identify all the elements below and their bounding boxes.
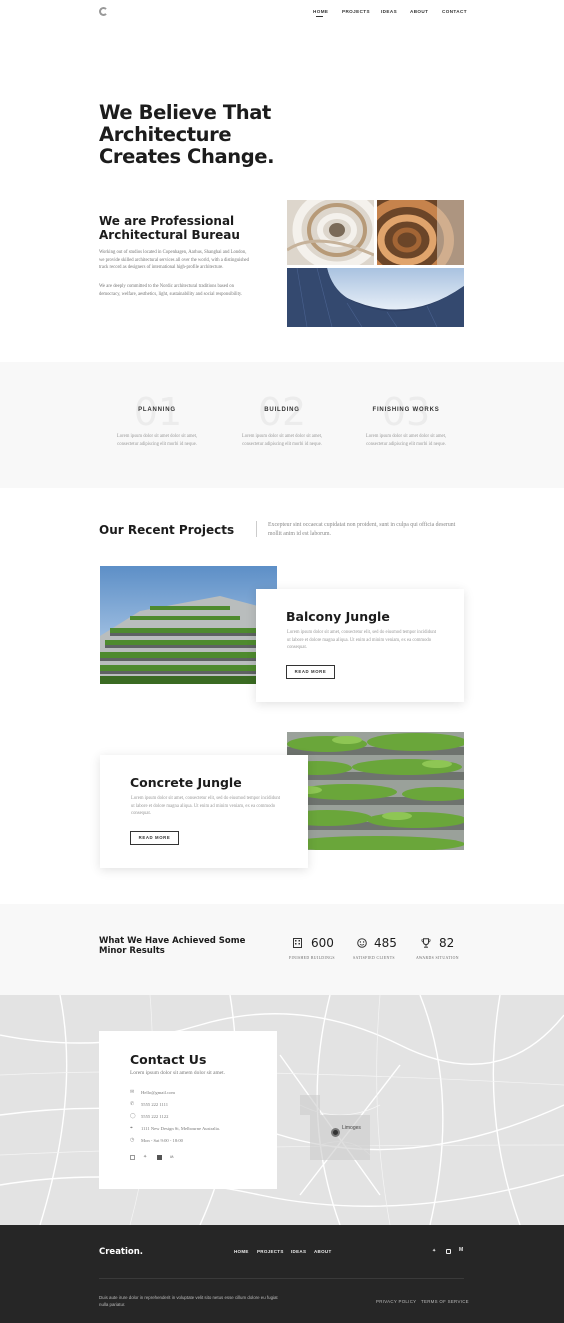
contact-email[interactable]: Hello@gmail.com (141, 1090, 175, 1095)
projects-divider (256, 521, 257, 537)
service-desc: Lorem ipsum dolor sit amet dolor sit ame… (365, 434, 447, 447)
footer: Creation. HOME PROJECTS IDEAS ABOUT ✦ M … (0, 1225, 564, 1323)
spiral-stair-image (287, 200, 374, 265)
email-icon: ✉ (130, 1089, 135, 1095)
contact-phone[interactable]: 5555 222 1111 (141, 1102, 168, 1107)
service-desc: Lorem ipsum dolor sit amet dolor sit ame… (241, 434, 323, 447)
results-section (0, 904, 564, 995)
facebook-icon[interactable] (130, 1155, 135, 1160)
clock-icon: ◷ (130, 1137, 135, 1143)
location-icon: ⌖ (130, 1125, 133, 1131)
stat-label: SATISFIED CLIENTS (353, 956, 395, 960)
read-more-button[interactable]: READ MORE (130, 831, 179, 845)
site-logo[interactable] (99, 7, 108, 16)
contact-address: 1111 New Design St, Melbourne Australia. (141, 1126, 220, 1131)
about-title-line-1: We are Professional (99, 214, 235, 228)
project-title: Balcony Jungle (286, 609, 390, 624)
phone-icon: ✆ (130, 1101, 135, 1107)
nav-active-indicator (316, 16, 323, 17)
privacy-policy-link[interactable]: PRIVACY POLICY (376, 1299, 416, 1304)
stat-label: AWARDS SITUATION (416, 956, 459, 960)
footer-brand[interactable]: Creation. (99, 1247, 143, 1257)
stat-value: 82 (439, 936, 455, 950)
nav-about[interactable]: ABOUT (410, 9, 428, 14)
results-title-line-1: What We Have Achieved Some (99, 936, 246, 946)
medium-icon[interactable]: ʍ (170, 1154, 174, 1159)
stat-value: 600 (311, 936, 334, 950)
map-pin-label: Limoges (342, 1125, 361, 1131)
about-title: We are Professional Architectural Bureau (99, 214, 259, 242)
about-title-line-2: Architectural Bureau (99, 228, 240, 242)
project-card: Balcony Jungle Lorem ipsum dolor sit ame… (256, 589, 464, 702)
footer-nav-about[interactable]: ABOUT (314, 1249, 332, 1254)
footer-nav-ideas[interactable]: IDEAS (291, 1249, 306, 1254)
project-desc: Lorem ipsum dolor sit amet, consectetur … (287, 630, 437, 650)
hero-line-1: We Believe That Architecture (99, 101, 271, 146)
twitter-icon[interactable]: ✦ (143, 1154, 147, 1160)
smile-icon (357, 938, 367, 948)
footer-nav-projects[interactable]: PROJECTS (257, 1249, 284, 1254)
balcony-jungle-image (100, 566, 277, 684)
project-title: Concrete Jungle (130, 775, 242, 790)
footer-divider (99, 1278, 464, 1279)
about-paragraph-2: We are deeply committed to the Nordic ar… (99, 284, 243, 297)
twitter-icon[interactable]: ✦ (432, 1248, 436, 1254)
hero-line-2: Creates Change. (99, 145, 275, 168)
contact-title: Contact Us (130, 1052, 207, 1067)
about-paragraph-1: Working out of studios located in Copenh… (99, 250, 249, 270)
medium-icon[interactable]: M (459, 1247, 463, 1253)
nav-projects[interactable]: PROJECTS (342, 9, 370, 14)
map[interactable]: Limoges (0, 995, 564, 1225)
building-icon (293, 938, 302, 948)
nav-home[interactable]: HOME (313, 9, 328, 14)
concrete-jungle-image (287, 732, 464, 850)
nav-contact[interactable]: CONTACT (442, 9, 467, 14)
contact-card: Contact Us Lorem ipsum dolor sit amem do… (99, 1031, 277, 1189)
contact-subtitle: Lorem ipsum dolor sit amem dolor sit ame… (130, 1070, 225, 1076)
contact-whatsapp[interactable]: 5555 222 1122 (141, 1114, 168, 1119)
instagram-icon[interactable] (446, 1249, 451, 1254)
results-title: What We Have Achieved Some Minor Results (99, 936, 279, 956)
service-title-finishing: FINISHING WORKS (372, 407, 440, 413)
trophy-icon (421, 938, 431, 948)
footer-nav-home[interactable]: HOME (234, 1249, 249, 1254)
instagram-icon[interactable] (157, 1155, 162, 1160)
hero-heading: We Believe That Architecture Creates Cha… (99, 102, 399, 168)
service-desc: Lorem ipsum dolor sit amet dolor sit ame… (116, 434, 198, 447)
results-title-line-2: Minor Results (99, 946, 165, 956)
footer-copy: Duis aute irure dolor in reprehenderit i… (99, 1295, 278, 1307)
service-title-planning: PLANNING (138, 407, 176, 413)
wood-stair-image (377, 200, 464, 265)
projects-intro: Excepteur sint occaecat cupidatat non pr… (268, 522, 456, 537)
read-more-button[interactable]: READ MORE (286, 665, 335, 679)
service-title-building: BUILDING (264, 407, 300, 413)
projects-title: Our Recent Projects (99, 523, 235, 537)
stat-value: 485 (374, 936, 397, 950)
nav-ideas[interactable]: IDEAS (381, 9, 397, 14)
whatsapp-icon: ◯ (130, 1113, 136, 1119)
map-roads (0, 995, 564, 1225)
map-pin-icon[interactable] (331, 1128, 340, 1137)
project-card: Concrete Jungle Lorem ipsum dolor sit am… (100, 755, 308, 868)
project-desc: Lorem ipsum dolor sit amet, consectetur … (131, 796, 281, 816)
contact-hours: Mon - Sat 9:00 - 18:00 (141, 1138, 183, 1143)
terms-link[interactable]: TERMS OF SERVICE (421, 1299, 469, 1304)
stat-label: FINISHED BUILDINGS (289, 956, 335, 960)
curved-facade-image (287, 268, 464, 327)
